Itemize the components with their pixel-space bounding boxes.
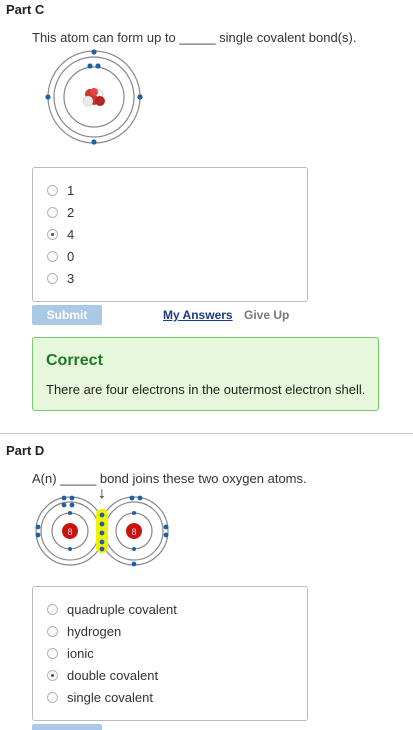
radio-button[interactable] bbox=[47, 272, 58, 284]
choice-label: double covalent bbox=[67, 667, 159, 683]
choice-2[interactable]: 2 bbox=[47, 203, 74, 221]
radio-button[interactable] bbox=[47, 250, 58, 262]
choice-3[interactable]: 3 bbox=[47, 269, 74, 287]
choice-0[interactable]: 0 bbox=[47, 247, 74, 265]
part-d-question: A(n) _____ bond joins these two oxygen a… bbox=[32, 471, 307, 486]
radio-button-selected[interactable] bbox=[47, 669, 58, 681]
submit-button[interactable]: Submit bbox=[32, 305, 102, 325]
correct-feedback-box: Correct There are four electrons in the … bbox=[32, 337, 379, 411]
choice-label: 3 bbox=[67, 270, 75, 286]
part-c-title: Part C bbox=[6, 2, 45, 17]
radio-button[interactable] bbox=[47, 206, 58, 218]
choice-label: 1 bbox=[67, 182, 75, 198]
choice-single-covalent[interactable]: single covalent bbox=[47, 688, 153, 706]
choice-ionic[interactable]: ionic bbox=[47, 644, 94, 662]
choice-1[interactable]: 1 bbox=[47, 181, 74, 199]
part-c-choices-box: 1 2 4 0 3 bbox=[32, 167, 308, 302]
choice-label: 4 bbox=[67, 226, 75, 242]
choice-label: quadruple covalent bbox=[67, 601, 177, 617]
choice-label: single covalent bbox=[67, 689, 153, 705]
choice-label: 0 bbox=[67, 248, 75, 264]
choice-double-covalent[interactable]: double covalent bbox=[47, 666, 158, 684]
choice-label: hydrogen bbox=[67, 623, 122, 639]
carbon-atom-diagram bbox=[45, 49, 143, 145]
choice-label: ionic bbox=[67, 645, 94, 661]
choice-quadruple-covalent[interactable]: quadruple covalent bbox=[47, 600, 177, 618]
nucleus bbox=[82, 88, 105, 107]
radio-button[interactable] bbox=[47, 184, 58, 196]
radio-button-selected[interactable] bbox=[47, 228, 58, 240]
left-nucleus-label: 8 bbox=[67, 527, 72, 537]
feedback-text: There are four electrons in the outermos… bbox=[46, 382, 366, 397]
radio-button[interactable] bbox=[47, 691, 58, 703]
section-divider bbox=[0, 433, 413, 434]
right-nucleus-label: 8 bbox=[131, 527, 136, 537]
part-c-question: This atom can form up to _____ single co… bbox=[32, 30, 357, 45]
choice-hydrogen[interactable]: hydrogen bbox=[47, 622, 121, 640]
oxygen-molecule-diagram: 8 8 bbox=[35, 495, 169, 567]
choice-4[interactable]: 4 bbox=[47, 225, 74, 243]
choice-label: 2 bbox=[67, 204, 75, 220]
my-answers-link[interactable]: My Answers bbox=[163, 308, 233, 322]
feedback-title: Correct bbox=[46, 352, 103, 369]
part-d-submit-button[interactable] bbox=[32, 724, 102, 730]
part-d-title: Part D bbox=[6, 443, 45, 458]
radio-button[interactable] bbox=[47, 603, 58, 615]
radio-button[interactable] bbox=[47, 647, 58, 659]
give-up-link[interactable]: Give Up bbox=[244, 308, 289, 322]
part-d-choices-box: quadruple covalent hydrogen ionic double… bbox=[32, 586, 308, 721]
radio-button[interactable] bbox=[47, 625, 58, 637]
